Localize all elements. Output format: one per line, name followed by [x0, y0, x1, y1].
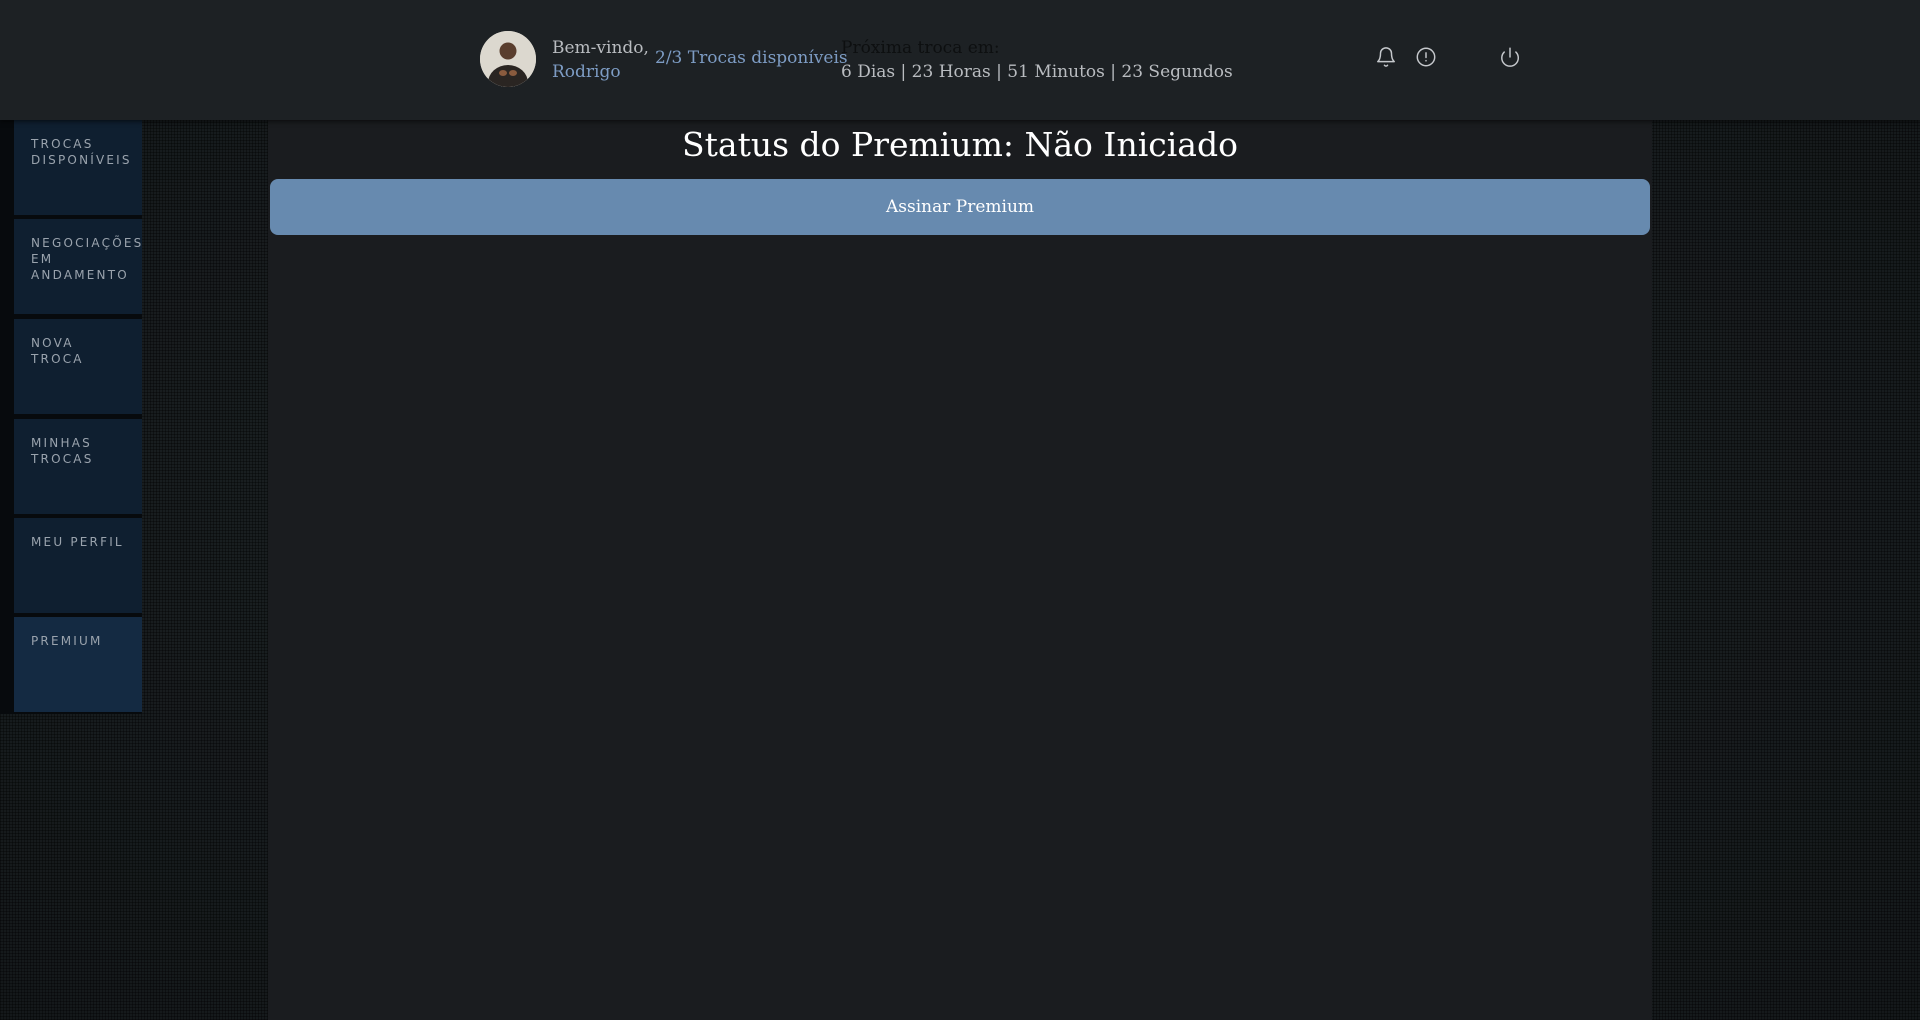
sidebar-item-minhas-trocas[interactable]: MINHAS TROCAS [14, 419, 142, 514]
sidebar-item-negociacoes-em-andamento[interactable]: NEGOCIAÇÕES EM ANDAMENTO [14, 219, 142, 314]
avatar[interactable] [480, 31, 536, 87]
power-icon[interactable] [1499, 46, 1521, 68]
page-title: Status do Premium: Não Iniciado [682, 125, 1238, 164]
sidebar-item-meu-perfil[interactable]: MEU PERFIL [14, 518, 142, 613]
user-name-link[interactable]: Rodrigo [552, 60, 649, 84]
sidebar-item-label: NEGOCIAÇÕES EM ANDAMENTO [31, 236, 144, 282]
sidebar-item-label: MINHAS TROCAS [31, 436, 94, 466]
sidebar-item-premium[interactable]: PREMIUM [14, 617, 142, 712]
sidebar-item-label: TROCAS DISPONÍVEIS [31, 137, 132, 167]
sidebar-item-label: MEU PERFIL [31, 535, 124, 549]
bell-icon[interactable] [1375, 46, 1397, 68]
welcome-block: Bem-vindo, Rodrigo [552, 36, 649, 84]
trades-available-counter: 2/3 Trocas disponíveis [655, 48, 848, 68]
main-panel: Status do Premium: Não Iniciado Assinar … [268, 120, 1652, 1020]
sidebar-item-trocas-disponiveis[interactable]: TROCAS DISPONÍVEIS [14, 120, 142, 215]
alert-circle-icon[interactable] [1415, 46, 1437, 68]
subscribe-premium-button[interactable]: Assinar Premium [270, 179, 1650, 235]
sidebar-nav: TROCAS DISPONÍVEIS NEGOCIAÇÕES EM ANDAME… [0, 120, 142, 714]
next-trade-label: Próxima troca em: [841, 38, 1000, 58]
sidebar-item-label: PREMIUM [31, 634, 103, 648]
next-trade-timer: Próxima troca em: 6 Dias | 23 Horas | 51… [841, 36, 1233, 84]
sidebar-item-label: NOVA TROCA [31, 336, 84, 366]
sidebar-item-nova-troca[interactable]: NOVA TROCA [14, 319, 142, 414]
next-trade-countdown: 6 Dias | 23 Horas | 51 Minutos | 23 Segu… [841, 62, 1233, 82]
top-header: Bem-vindo, Rodrigo 2/3 Trocas disponívei… [0, 0, 1920, 120]
welcome-text: Bem-vindo, [552, 38, 649, 58]
